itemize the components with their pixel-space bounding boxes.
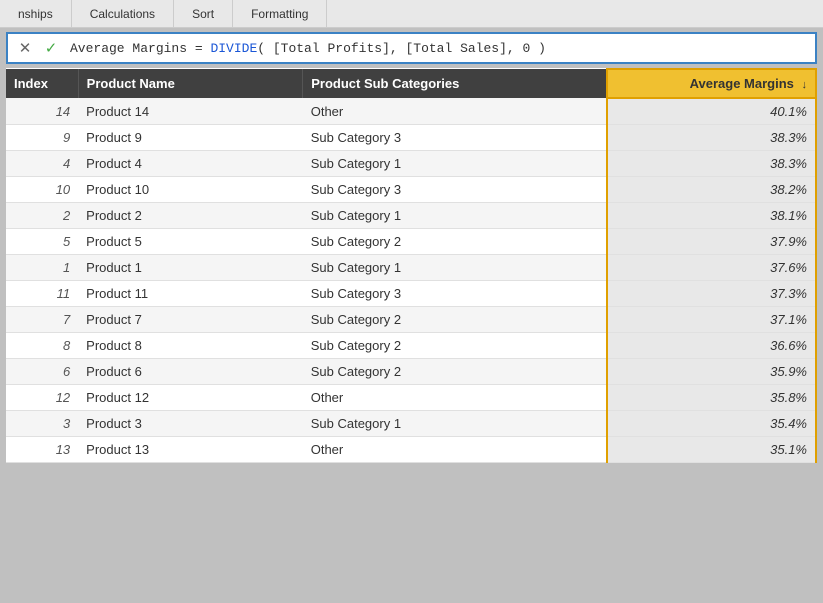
table-row[interactable]: 10Product 10Sub Category 338.2%: [6, 177, 816, 203]
table-row[interactable]: 8Product 8Sub Category 236.6%: [6, 333, 816, 359]
cell-sub-category: Other: [303, 437, 608, 463]
header-product-sub[interactable]: Product Sub Categories: [303, 69, 608, 98]
cell-sub-category: Sub Category 1: [303, 411, 608, 437]
cell-product-name: Product 4: [78, 151, 303, 177]
cell-index: 11: [6, 281, 78, 307]
table-header-row: Index Product Name Product Sub Categorie…: [6, 69, 816, 98]
table-row[interactable]: 1Product 1Sub Category 137.6%: [6, 255, 816, 281]
table-row[interactable]: 3Product 3Sub Category 135.4%: [6, 411, 816, 437]
cell-avg-margin: 37.1%: [607, 307, 816, 333]
cell-avg-margin: 38.3%: [607, 125, 816, 151]
cell-sub-category: Other: [303, 98, 608, 125]
cell-avg-margin: 37.9%: [607, 229, 816, 255]
table-row[interactable]: 7Product 7Sub Category 237.1%: [6, 307, 816, 333]
formula-bar: ✕ ✓ Average Margins = DIVIDE( [Total Pro…: [6, 32, 817, 64]
table-body: 14Product 14Other40.1%9Product 9Sub Cate…: [6, 98, 816, 463]
header-index[interactable]: Index: [6, 69, 78, 98]
cell-avg-margin: 38.2%: [607, 177, 816, 203]
cell-product-name: Product 9: [78, 125, 303, 151]
cell-product-name: Product 5: [78, 229, 303, 255]
cell-index: 4: [6, 151, 78, 177]
cell-sub-category: Sub Category 3: [303, 177, 608, 203]
data-table: Index Product Name Product Sub Categorie…: [6, 68, 817, 463]
cell-index: 7: [6, 307, 78, 333]
formula-prefix: Average Margins =: [70, 41, 210, 56]
table-row[interactable]: 14Product 14Other40.1%: [6, 98, 816, 125]
cell-index: 8: [6, 333, 78, 359]
table-row[interactable]: 9Product 9Sub Category 338.3%: [6, 125, 816, 151]
cell-avg-margin: 37.3%: [607, 281, 816, 307]
cancel-button[interactable]: ✕: [14, 37, 36, 59]
formula-suffix: ( [Total Profits], [Total Sales], 0 ): [257, 41, 546, 56]
table-row[interactable]: 6Product 6Sub Category 235.9%: [6, 359, 816, 385]
cell-avg-margin: 38.1%: [607, 203, 816, 229]
cell-index: 9: [6, 125, 78, 151]
tab-nships[interactable]: nships: [0, 0, 72, 27]
cell-product-name: Product 3: [78, 411, 303, 437]
confirm-button[interactable]: ✓: [40, 37, 62, 59]
formula-keyword: DIVIDE: [210, 41, 257, 56]
cell-avg-margin: 35.1%: [607, 437, 816, 463]
formula-text[interactable]: Average Margins = DIVIDE( [Total Profits…: [70, 41, 809, 56]
cell-index: 5: [6, 229, 78, 255]
cell-product-name: Product 8: [78, 333, 303, 359]
cell-avg-margin: 37.6%: [607, 255, 816, 281]
tab-sort[interactable]: Sort: [174, 0, 233, 27]
cell-product-name: Product 11: [78, 281, 303, 307]
cell-index: 2: [6, 203, 78, 229]
cell-sub-category: Sub Category 2: [303, 333, 608, 359]
table-row[interactable]: 2Product 2Sub Category 138.1%: [6, 203, 816, 229]
cell-index: 6: [6, 359, 78, 385]
cell-product-name: Product 6: [78, 359, 303, 385]
header-product-name[interactable]: Product Name: [78, 69, 303, 98]
cell-product-name: Product 12: [78, 385, 303, 411]
cell-avg-margin: 35.4%: [607, 411, 816, 437]
cell-sub-category: Sub Category 1: [303, 151, 608, 177]
cell-avg-margin: 38.3%: [607, 151, 816, 177]
table-row[interactable]: 12Product 12Other35.8%: [6, 385, 816, 411]
cell-sub-category: Sub Category 1: [303, 203, 608, 229]
cell-index: 10: [6, 177, 78, 203]
cell-product-name: Product 13: [78, 437, 303, 463]
cell-sub-category: Sub Category 2: [303, 307, 608, 333]
cell-sub-category: Sub Category 3: [303, 125, 608, 151]
cell-index: 13: [6, 437, 78, 463]
table-row[interactable]: 5Product 5Sub Category 237.9%: [6, 229, 816, 255]
cell-sub-category: Sub Category 2: [303, 359, 608, 385]
tab-formatting[interactable]: Formatting: [233, 0, 327, 27]
table-row[interactable]: 4Product 4Sub Category 138.3%: [6, 151, 816, 177]
table-row[interactable]: 11Product 11Sub Category 337.3%: [6, 281, 816, 307]
cell-index: 3: [6, 411, 78, 437]
cell-index: 14: [6, 98, 78, 125]
cell-product-name: Product 14: [78, 98, 303, 125]
avg-margins-label: Average Margins: [690, 76, 794, 91]
cell-sub-category: Sub Category 2: [303, 229, 608, 255]
cell-index: 1: [6, 255, 78, 281]
cell-product-name: Product 10: [78, 177, 303, 203]
cell-avg-margin: 36.6%: [607, 333, 816, 359]
cell-product-name: Product 1: [78, 255, 303, 281]
top-bar: nships Calculations Sort Formatting: [0, 0, 823, 28]
header-avg-margins[interactable]: Average Margins ↓: [607, 69, 816, 98]
cell-avg-margin: 40.1%: [607, 98, 816, 125]
cell-sub-category: Sub Category 3: [303, 281, 608, 307]
data-table-container: Index Product Name Product Sub Categorie…: [6, 68, 817, 463]
sort-icon: ↓: [802, 79, 808, 91]
cell-sub-category: Other: [303, 385, 608, 411]
cell-product-name: Product 2: [78, 203, 303, 229]
cell-index: 12: [6, 385, 78, 411]
formula-actions: ✕ ✓: [14, 37, 62, 59]
cell-avg-margin: 35.8%: [607, 385, 816, 411]
tab-calculations[interactable]: Calculations: [72, 0, 174, 27]
cell-sub-category: Sub Category 1: [303, 255, 608, 281]
cell-product-name: Product 7: [78, 307, 303, 333]
table-row[interactable]: 13Product 13Other35.1%: [6, 437, 816, 463]
cell-avg-margin: 35.9%: [607, 359, 816, 385]
